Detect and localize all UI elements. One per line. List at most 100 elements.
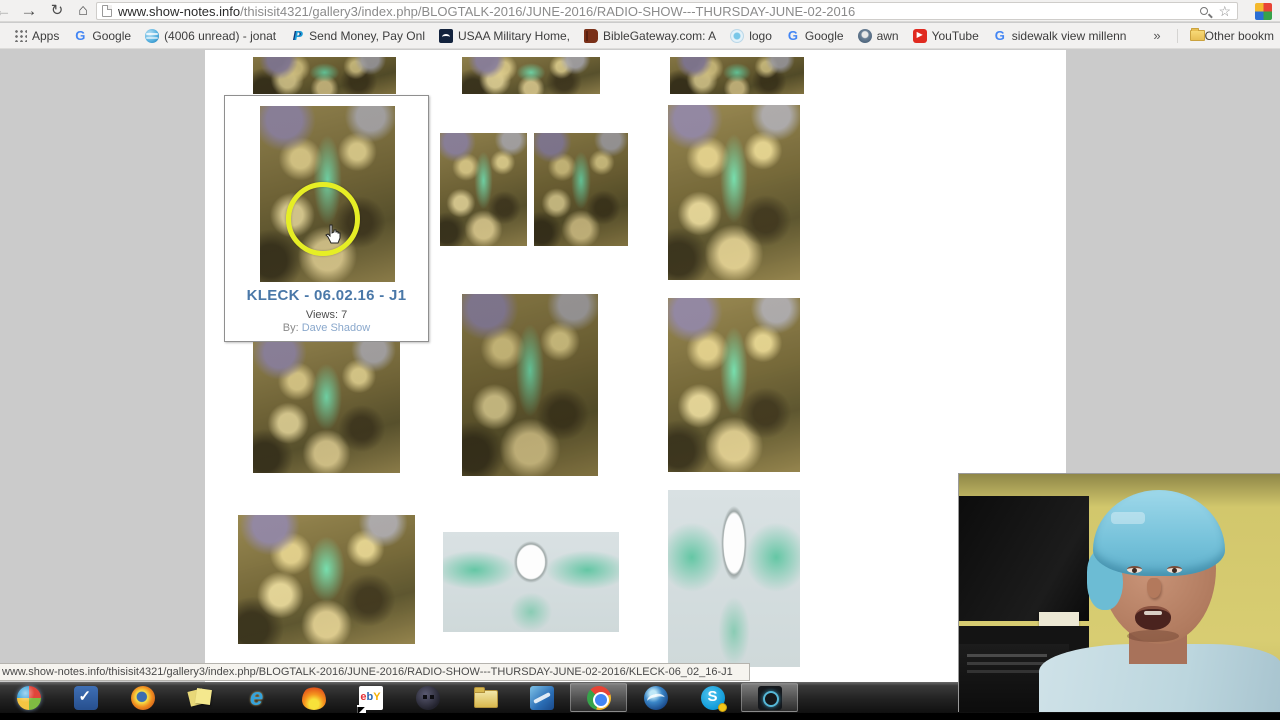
- bookmark-paypal[interactable]: P Send Money, Pay Onl: [290, 28, 425, 43]
- taskbar-skype[interactable]: [684, 683, 741, 712]
- bookmark-label: Google: [804, 28, 844, 43]
- bookmark-biblegateway[interactable]: BibleGateway.com: A: [584, 28, 717, 43]
- bookmark-label: YouTube: [931, 28, 979, 43]
- extension-icon[interactable]: [1255, 3, 1272, 20]
- webcam-app-icon: [415, 685, 440, 710]
- selected-item-title[interactable]: KLECK - 06.02.16 - J1: [225, 287, 428, 304]
- bookmark-youtube[interactable]: YouTube: [912, 28, 979, 43]
- gallery-page: KLECK - 06.02.16 - J1 Views: 7 By: Dave …: [205, 50, 1066, 682]
- forward-icon[interactable]: →: [16, 0, 42, 22]
- checkmark-app-icon: [73, 685, 98, 710]
- gallery-thumbnail[interactable]: [670, 57, 804, 94]
- gallery-thumbnail[interactable]: [253, 342, 400, 473]
- selected-item-views: Views: 7: [305, 309, 348, 321]
- gallery-thumbnail[interactable]: [253, 57, 396, 94]
- person-nose: [1147, 578, 1161, 598]
- by-label: By:: [282, 322, 302, 334]
- chin-shadow: [1127, 630, 1179, 642]
- windows-explorer-icon: [473, 686, 498, 710]
- bookmark-sidewalk[interactable]: Gsidewalk view millenn: [993, 27, 1127, 43]
- flame-icon: [301, 685, 326, 710]
- taskbar-flame-app[interactable]: [285, 683, 342, 712]
- windows-start-icon: [16, 685, 41, 710]
- search-icon[interactable]: [1200, 7, 1209, 15]
- taskbar-sticky-notes[interactable]: [171, 683, 228, 712]
- person-eye: [1127, 566, 1142, 573]
- bookmark-label: USAA Military Home,: [457, 28, 571, 43]
- bookmarks-bar: Apps G Google (4006 unread) - jonat P Send…: [0, 23, 1280, 49]
- att-globe-icon: [145, 28, 160, 43]
- back-icon[interactable]: ←: [0, 0, 16, 22]
- youtube-icon: [912, 28, 927, 43]
- bookmark-apps[interactable]: Apps: [14, 29, 59, 43]
- bookmarks-overflow-chevron[interactable]: »: [1153, 28, 1160, 43]
- gallery-thumbnail-drawing[interactable]: [668, 490, 800, 667]
- person-eye: [1167, 566, 1182, 573]
- browser-toolbar: ← → ↻ ⌂ www.show-notes.info/thisisit4321…: [0, 0, 1280, 22]
- gallery-thumbnail[interactable]: [440, 133, 527, 246]
- taskbar-google-chrome[interactable]: [570, 683, 627, 712]
- gallery-thumbnail[interactable]: [238, 515, 415, 644]
- selected-gallery-item[interactable]: KLECK - 06.02.16 - J1 Views: 7 By: Dave …: [224, 95, 429, 342]
- author-link[interactable]: Dave Shadow: [302, 322, 371, 334]
- selected-thumbnail[interactable]: [260, 106, 395, 282]
- bookmark-logo[interactable]: logo: [730, 28, 772, 43]
- bookmark-label: awn: [876, 28, 899, 43]
- taskbar-firefox[interactable]: [114, 683, 171, 712]
- person-mouth-open: [1135, 606, 1171, 630]
- bookmark-label: BibleGateway.com: A: [603, 28, 717, 43]
- taskbar-checkmark-app[interactable]: [57, 683, 114, 712]
- gallery-thumbnail[interactable]: [462, 294, 598, 476]
- bookmark-google[interactable]: G Google: [73, 27, 132, 43]
- dot-circle-icon: [730, 28, 745, 43]
- home-icon[interactable]: ⌂: [70, 0, 96, 22]
- firefox-icon: [130, 685, 155, 710]
- gallery-thumbnail[interactable]: [534, 133, 628, 246]
- taskbar-screen-recorder[interactable]: [741, 683, 798, 712]
- google-earth-icon: [643, 685, 668, 710]
- bookmark-google2[interactable]: G Google: [786, 27, 844, 43]
- bookmark-awn[interactable]: awn: [857, 28, 899, 43]
- taskbar-internet-explorer[interactable]: e: [228, 683, 285, 712]
- awn-icon: [857, 28, 872, 43]
- selected-item-author: By: Dave Shadow: [225, 322, 428, 334]
- screen-recorder-icon: [757, 685, 782, 710]
- skype-status-dot: [717, 702, 727, 712]
- internet-explorer-icon: e: [249, 683, 264, 711]
- reload-icon[interactable]: ↻: [44, 0, 70, 22]
- skype-icon: [700, 685, 727, 712]
- gallery-thumbnail[interactable]: [462, 57, 600, 94]
- person-beanie: [1093, 490, 1225, 576]
- media-app-icon: [529, 685, 554, 710]
- bookmark-label: logo: [749, 28, 772, 43]
- bookmark-label: Google: [92, 28, 132, 43]
- gallery-thumbnail[interactable]: [668, 105, 800, 280]
- address-bar[interactable]: www.show-notes.info/thisisit4321/gallery…: [96, 2, 1238, 20]
- bookmark-star-icon[interactable]: ☆: [1218, 3, 1231, 19]
- mouse-cursor-hand-icon: [323, 224, 343, 246]
- taskbar-google-earth[interactable]: [627, 683, 684, 712]
- url-text[interactable]: www.show-notes.info/thisisit4321/gallery…: [118, 4, 1200, 19]
- bookmark-label: Apps: [32, 28, 60, 43]
- gallery-thumbnail-drawing[interactable]: [443, 532, 619, 632]
- google-g-icon: G: [787, 27, 798, 43]
- page-icon: [102, 5, 112, 17]
- taskbar-windows-explorer[interactable]: [456, 683, 513, 712]
- tv-screen: [959, 496, 1089, 621]
- google-g-icon: G: [75, 27, 86, 43]
- taskbar-webcam-app[interactable]: [399, 683, 456, 712]
- gallery-thumbnail[interactable]: [668, 298, 800, 472]
- bookmark-mail[interactable]: (4006 unread) - jonat: [145, 28, 276, 43]
- bookmark-usaa[interactable]: USAA Military Home,: [438, 28, 571, 43]
- url-path: /thisisit4321/gallery3/index.php/BLOGTAL…: [240, 3, 856, 19]
- taskbar-media-app[interactable]: [513, 683, 570, 712]
- other-bookmarks[interactable]: Other bookm: [1176, 28, 1274, 43]
- webcam-overlay: [958, 473, 1280, 712]
- google-g-icon: G: [994, 27, 1005, 43]
- folder-icon: [1189, 28, 1205, 41]
- apps-grid-icon: [14, 29, 27, 42]
- screen: ← → ↻ ⌂ www.show-notes.info/thisisit4321…: [0, 0, 1280, 720]
- taskbar-ebay[interactable]: ebY: [342, 683, 399, 714]
- sticky-notes-icon: [188, 686, 212, 710]
- start-button[interactable]: [0, 683, 57, 712]
